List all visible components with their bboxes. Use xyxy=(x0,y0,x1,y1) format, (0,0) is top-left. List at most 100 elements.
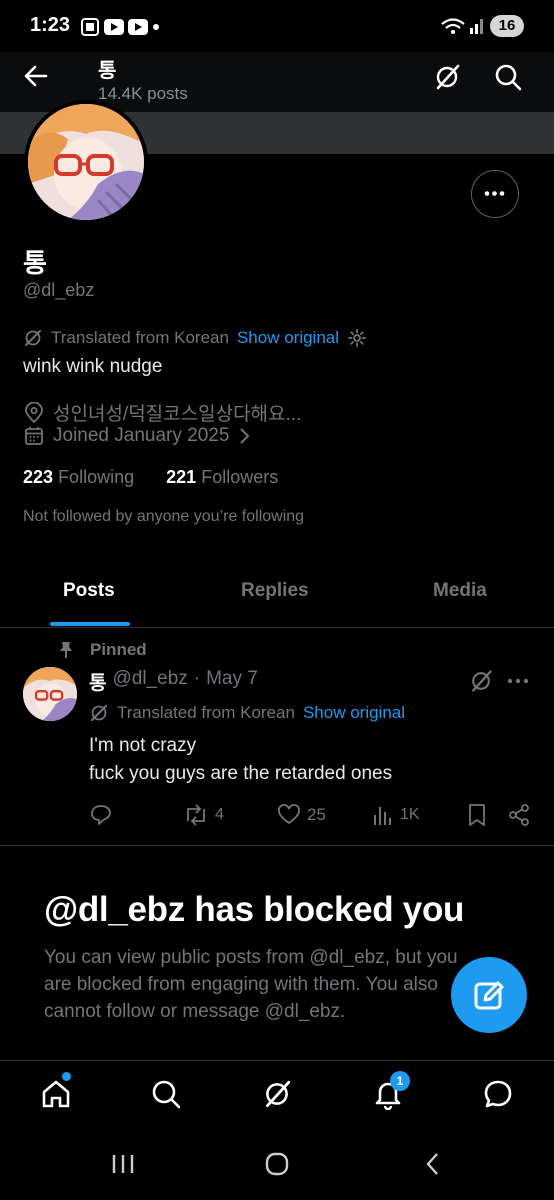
gear-icon[interactable] xyxy=(347,328,367,348)
search-button[interactable] xyxy=(493,62,523,92)
compose-button[interactable] xyxy=(451,957,527,1033)
pinned-row: Pinned xyxy=(58,640,147,660)
home-new-dot xyxy=(62,1072,71,1081)
home-icon xyxy=(42,1080,70,1108)
grok-button[interactable] xyxy=(432,62,462,92)
reply-button[interactable] xyxy=(89,803,113,827)
reply-icon xyxy=(91,805,111,825)
more-icon xyxy=(507,678,529,684)
tab-replies[interactable]: Replies xyxy=(241,580,309,602)
profile-location: 성인녀성/덕질코스일상다해요... xyxy=(53,404,302,425)
profile-joined-row[interactable]: Joined January 2025 xyxy=(23,425,251,447)
profile-handle: @dl_ebz xyxy=(23,280,95,300)
repost-icon xyxy=(187,804,205,826)
post-translated-label: Translated from Korean xyxy=(117,703,295,722)
header-post-count: 14.4K posts xyxy=(98,84,188,103)
post-more-button[interactable] xyxy=(505,670,531,692)
pin-icon xyxy=(60,642,72,658)
views-count: 1K xyxy=(400,806,420,823)
nav-messages[interactable] xyxy=(482,1078,514,1110)
profile-avatar[interactable] xyxy=(24,100,148,224)
like-button[interactable]: 25 xyxy=(277,803,326,827)
compose-icon xyxy=(474,981,504,1010)
home-system-button[interactable] xyxy=(265,1152,289,1176)
header-title: 통 xyxy=(98,60,117,82)
recents-icon xyxy=(112,1155,134,1173)
like-icon xyxy=(278,804,300,825)
more-icon xyxy=(484,191,505,196)
translate-icon xyxy=(25,330,41,346)
followers-link[interactable]: 221 Followers xyxy=(166,467,278,487)
repost-button[interactable]: 4 xyxy=(183,803,224,827)
active-tab-indicator xyxy=(50,622,130,626)
grok-icon xyxy=(436,64,460,90)
following-link[interactable]: 223 Following xyxy=(23,467,134,487)
translate-icon xyxy=(91,705,107,721)
follow-stats: 223 Following 221 Followers xyxy=(23,467,278,488)
search-icon xyxy=(495,64,522,91)
post-separator: · xyxy=(193,668,201,689)
signal-icon xyxy=(440,16,486,36)
followers-count: 221 xyxy=(166,467,197,487)
profile-joined: Joined January 2025 xyxy=(53,425,230,446)
status-time: 1:23 xyxy=(30,14,71,36)
back-button[interactable] xyxy=(22,62,50,90)
recent-apps-button[interactable] xyxy=(110,1153,136,1175)
location-icon xyxy=(25,401,43,423)
pinned-label: Pinned xyxy=(90,640,147,659)
show-original-link[interactable]: Show original xyxy=(237,328,339,348)
not-followed-note: Not followed by anyone you’re following xyxy=(23,508,305,525)
post-author-handle[interactable]: @dl_ebz xyxy=(112,668,187,695)
share-icon xyxy=(509,804,529,826)
views-icon xyxy=(374,807,391,825)
nav-grok[interactable] xyxy=(261,1078,293,1110)
nav-home[interactable] xyxy=(40,1078,72,1110)
profile-location-row: 성인녀성/덕질코스일상다해요... xyxy=(23,399,301,426)
profile-name: 통 xyxy=(23,248,47,278)
profile-bio: wink wink nudge xyxy=(23,356,163,377)
translated-label: Translated from Korean xyxy=(51,328,229,347)
post-text: I'm not crazy fuck you guys are the reta… xyxy=(89,732,392,788)
post-grok-button[interactable] xyxy=(468,668,494,694)
messages-icon xyxy=(484,1080,512,1108)
battery-indicator: 16 xyxy=(490,15,524,37)
blocked-title: @dl_ebz has blocked you xyxy=(44,890,465,929)
bio-translation-row: Translated from Korean Show original xyxy=(23,328,367,348)
calendar-icon xyxy=(25,427,43,445)
nav-search[interactable] xyxy=(150,1078,182,1110)
post-avatar[interactable] xyxy=(23,667,77,721)
chevron-right-icon xyxy=(240,428,250,444)
post-translation-row: Translated from Korean Show original xyxy=(89,703,405,723)
post-date[interactable]: May 7 xyxy=(206,668,258,695)
divider xyxy=(0,627,554,628)
bookmark-icon xyxy=(469,804,485,826)
back-system-button[interactable] xyxy=(423,1152,443,1176)
share-button[interactable] xyxy=(507,803,531,827)
like-count: 25 xyxy=(307,805,326,824)
profile-more-button[interactable] xyxy=(471,170,519,218)
chevron-left-icon xyxy=(426,1153,438,1175)
views-button[interactable]: 1K xyxy=(372,803,420,827)
blocked-description: You can view public posts from @dl_ebz, … xyxy=(44,947,458,1022)
status-bar: 1:23 16 xyxy=(0,0,554,52)
divider xyxy=(0,845,554,846)
followers-label: Followers xyxy=(201,467,279,487)
following-count: 223 xyxy=(23,467,54,487)
tab-posts[interactable]: Posts xyxy=(63,580,115,602)
search-icon xyxy=(152,1080,181,1109)
bookmark-button[interactable] xyxy=(466,803,488,827)
post-text-line: I'm not crazy xyxy=(89,735,197,756)
notifications-badge: 1 xyxy=(390,1071,410,1091)
post-author-name[interactable]: 통 xyxy=(89,668,106,695)
following-label: Following xyxy=(58,467,135,487)
post-text-line: fuck you guys are the retarded ones xyxy=(89,763,393,784)
back-arrow-icon xyxy=(24,65,48,87)
home-circle-icon xyxy=(265,1152,289,1176)
tab-media[interactable]: Media xyxy=(433,580,487,602)
post-show-original-link[interactable]: Show original xyxy=(303,703,405,723)
status-notification-icons xyxy=(80,17,160,37)
grok-icon xyxy=(472,670,492,692)
post-header: 통 @dl_ebz · May 7 xyxy=(89,668,258,695)
repost-count: 4 xyxy=(215,806,224,823)
grok-icon xyxy=(266,1080,291,1108)
